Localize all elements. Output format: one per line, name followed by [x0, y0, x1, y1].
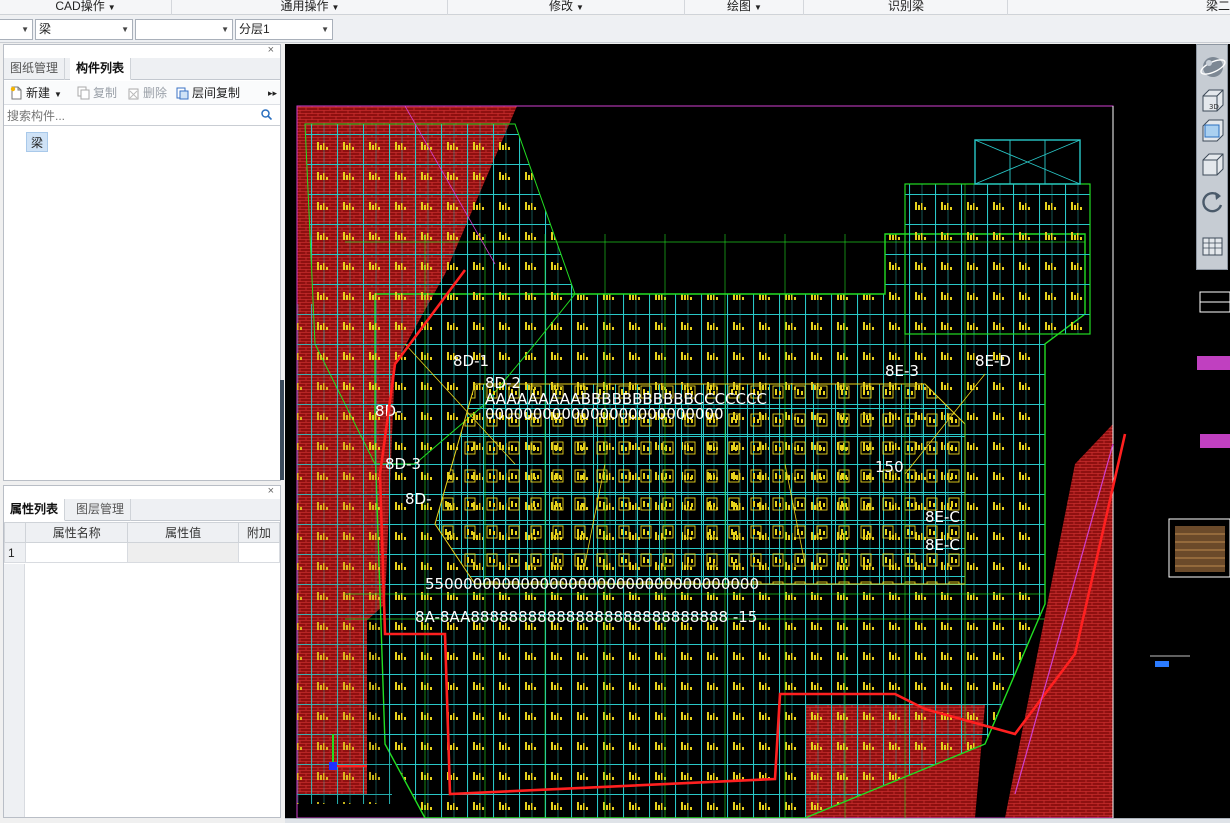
component-list-panel: × 图纸管理 构件列表 新建▼ 复制 删除 层间复制 ▸▸ 梁: [3, 44, 281, 481]
svg-text:0000000000000000000000000: 0000000000000000000000000: [485, 405, 724, 423]
app-window: CAD操作 ▼ 通用操作 ▼ 修改 ▼ 绘图 ▼ 识别梁 梁二 ▼ 梁 ▼ ▼ 分层1 ▼ …: [0, 0, 1230, 823]
ribbon-group-bar: CAD操作 ▼ 通用操作 ▼ 修改 ▼ 绘图 ▼ 识别梁 梁二: [0, 0, 1230, 15]
svg-text:8E-C: 8E-C: [925, 536, 960, 554]
new-document-icon: [10, 86, 22, 100]
copy-button[interactable]: 复制: [77, 84, 117, 102]
svg-text:8D-3: 8D-3: [385, 455, 421, 473]
component-panel-tabs: 图纸管理 构件列表: [4, 58, 280, 80]
column-header-property-value: 属性值: [127, 522, 239, 543]
rotate-icon[interactable]: [1199, 188, 1226, 215]
svg-text:8E-3: 8E-3: [885, 362, 919, 380]
delete-icon: [128, 88, 139, 100]
chevron-down-icon: ▼: [321, 25, 329, 34]
cube-view-icon[interactable]: [1199, 151, 1226, 178]
chevron-down-icon: ▼: [331, 3, 340, 12]
cad-drawing: 8D-1 8D-2 AAAAAAAAABBBBBBBBBBBCCCCCCC 00…: [285, 44, 1230, 818]
tab-layer-management[interactable]: 图层管理: [70, 499, 132, 521]
svg-text:8A-8AA888888888888888888888888: 8A-8AA888888888888888888888888888 -15: [415, 608, 757, 626]
chevron-down-icon: ▼: [754, 3, 762, 12]
floor-copy-icon: [176, 87, 189, 100]
chevron-down-icon: ▼: [54, 90, 62, 99]
svg-text:8E-C: 8E-C: [925, 508, 960, 526]
new-button[interactable]: 新建 ▼: [10, 84, 62, 102]
component-search: [4, 106, 280, 126]
row-number-header: [3, 522, 27, 543]
double-chevron-right-icon[interactable]: ▸▸: [268, 84, 277, 102]
component-toolbar: 新建 ▼ 复制 删除 层间复制 ▸▸: [4, 81, 280, 105]
row-number-gutter: [4, 564, 25, 817]
column-header-extra: 附加: [237, 522, 281, 543]
chevron-down-icon: ▼: [576, 3, 584, 12]
close-icon[interactable]: ×: [268, 485, 274, 497]
ribbon-group-modify[interactable]: 修改 ▼: [449, 0, 685, 15]
delete-button[interactable]: 删除: [127, 84, 167, 102]
tree-item-beam[interactable]: 梁: [26, 132, 49, 152]
property-table: 属性名称 属性值 附加 1: [3, 522, 281, 563]
first-selector[interactable]: ▼: [0, 19, 33, 40]
svg-text:8D-: 8D-: [405, 490, 432, 508]
svg-text:8E-D: 8E-D: [975, 352, 1011, 370]
layer-grid-icon[interactable]: [1199, 233, 1226, 260]
view-tools-strip: 3D: [1196, 44, 1228, 270]
svg-text:8D-1: 8D-1: [453, 352, 489, 370]
column-header-property-name: 属性名称: [25, 522, 129, 543]
property-name-cell[interactable]: [25, 542, 129, 563]
3d-view-icon[interactable]: 3D: [1199, 87, 1226, 114]
svg-text:150: 150: [875, 458, 904, 476]
property-extra-cell[interactable]: [237, 542, 281, 563]
component-name-selector[interactable]: ▼: [135, 19, 233, 40]
property-panel: × 属性列表 图层管理 属性名称 属性值 附加 1: [3, 485, 281, 818]
chevron-down-icon: ▼: [21, 25, 29, 34]
property-panel-tabs: 属性列表 图层管理: [4, 499, 280, 521]
bottom-status-strip: [285, 818, 1230, 823]
floor-copy-button[interactable]: 层间复制: [176, 84, 240, 102]
ribbon-group-cad-operations[interactable]: CAD操作 ▼: [0, 0, 172, 15]
svg-text:3D: 3D: [1209, 103, 1219, 111]
property-table-header: 属性名称 属性值 附加: [3, 522, 281, 543]
tab-drawing-management[interactable]: 图纸管理: [4, 58, 66, 80]
tab-property-list[interactable]: 属性列表: [4, 499, 66, 521]
chevron-down-icon: ▼: [107, 3, 116, 12]
component-type-selector[interactable]: 梁 ▼: [35, 19, 133, 40]
chevron-down-icon: ▼: [221, 25, 229, 34]
close-icon[interactable]: ×: [268, 44, 274, 56]
component-search-input[interactable]: [4, 106, 254, 125]
ribbon-group-identify-beam[interactable]: 识别梁: [805, 0, 1008, 15]
property-value-cell[interactable]: [127, 542, 239, 563]
layer-selector[interactable]: 分层1 ▼: [235, 19, 333, 40]
row-number: 1: [3, 542, 27, 563]
tab-component-list[interactable]: 构件列表: [70, 58, 132, 80]
copy-icon: [77, 86, 90, 100]
ribbon-group-beam-secondary[interactable]: 梁二: [1009, 0, 1230, 15]
orbit-sphere-icon[interactable]: [1199, 53, 1226, 80]
svg-text:550000000000000000000000000000: 55000000000000000000000000000000000: [425, 575, 759, 593]
ribbon-group-general-operations[interactable]: 通用操作 ▼: [173, 0, 448, 15]
chevron-down-icon: ▼: [121, 25, 129, 34]
panel-splitter-handle[interactable]: [280, 380, 284, 480]
box-view-icon[interactable]: [1199, 117, 1226, 144]
table-row[interactable]: 1: [3, 542, 281, 563]
cad-drawing-canvas[interactable]: 8D-1 8D-2 AAAAAAAAABBBBBBBBBBBCCCCCCC 00…: [285, 44, 1230, 818]
search-icon[interactable]: [261, 109, 272, 120]
ribbon-group-draw[interactable]: 绘图 ▼: [686, 0, 804, 15]
selector-bar: ▼ 梁 ▼ ▼ 分层1 ▼: [0, 16, 1230, 43]
